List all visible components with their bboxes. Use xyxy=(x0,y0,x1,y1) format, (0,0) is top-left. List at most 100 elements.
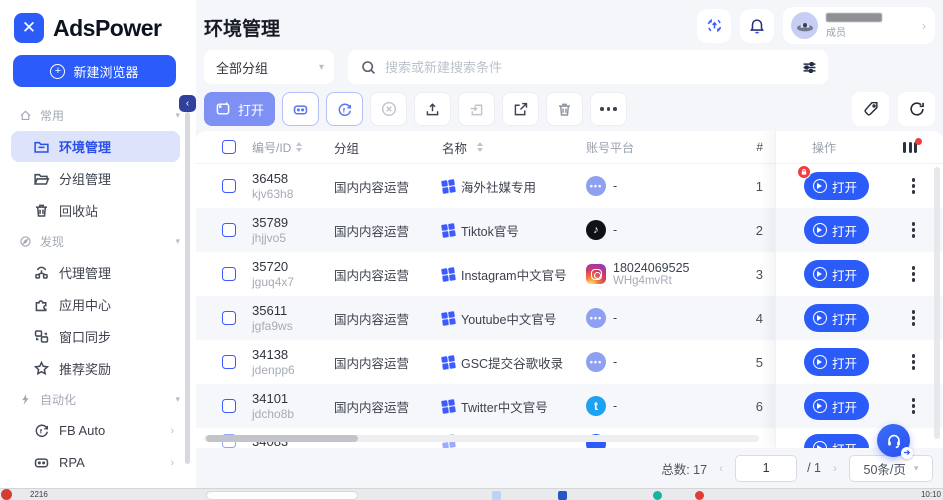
trash-icon xyxy=(33,202,50,219)
table-row[interactable]: 35611jgfa9ws 国内内容运营 Youtube中文官号 •••- 4 xyxy=(196,296,775,340)
chevron-right-icon: › xyxy=(922,19,926,33)
sidebar-item-environments[interactable]: 环境管理 xyxy=(11,131,180,162)
taskbar-search[interactable] xyxy=(206,491,358,500)
batch-share-button[interactable] xyxy=(414,92,451,126)
browser-logo-icon xyxy=(813,441,827,448)
open-environment-button[interactable]: 打开 xyxy=(804,216,869,244)
row-more-menu[interactable] xyxy=(908,174,919,197)
page-header: 环境管理 成员 › xyxy=(196,0,943,48)
sidebar-scrollbar[interactable] xyxy=(185,112,190,464)
section-automation[interactable]: 自动化▾ xyxy=(0,385,196,414)
sort-icon[interactable] xyxy=(296,142,302,152)
window-sync-icon xyxy=(33,328,50,345)
batch-rpa-button[interactable] xyxy=(282,92,319,126)
tags-button[interactable] xyxy=(852,92,889,126)
group-filter-select[interactable]: 全部分组 ▾ xyxy=(204,50,334,84)
batch-more-button[interactable] xyxy=(590,92,627,126)
open-environment-button[interactable]: 打开 xyxy=(804,260,869,288)
actions-row: 打开 xyxy=(776,340,943,384)
row-more-menu[interactable] xyxy=(908,350,919,373)
table-row[interactable]: 34138jdenpp6 国内内容运营 GSC提交谷歌收录 •••- 5 xyxy=(196,340,775,384)
filter-sliders-icon[interactable] xyxy=(801,59,818,76)
batch-open-button[interactable]: 打开 xyxy=(204,92,275,126)
row-checkbox[interactable] xyxy=(222,179,236,193)
sidebar-collapse-button[interactable]: ‹ xyxy=(179,95,196,112)
batch-delete-button[interactable] xyxy=(546,92,583,126)
vertical-scrollbar[interactable] xyxy=(934,167,940,439)
row-checkbox[interactable] xyxy=(222,355,236,369)
notifications-button[interactable] xyxy=(740,9,774,43)
batch-close-button[interactable] xyxy=(370,92,407,126)
browser-logo-icon xyxy=(813,223,827,237)
taskbar-icon[interactable] xyxy=(558,491,567,500)
group-squares-icon xyxy=(441,179,456,194)
taskbar-icon[interactable] xyxy=(653,491,662,500)
open-environment-button[interactable]: 打开 xyxy=(804,348,869,376)
sidebar-item-groups[interactable]: 分组管理 xyxy=(11,163,180,194)
column-name[interactable]: 名称 xyxy=(442,138,586,157)
column-settings-icon[interactable] xyxy=(903,142,917,153)
open-environment-button[interactable]: 打开 xyxy=(804,434,869,448)
sidebar-item-window-sync[interactable]: 窗口同步 xyxy=(11,321,180,352)
taskbar-icon[interactable] xyxy=(695,491,704,500)
table-row[interactable]: 34101jdcho8b 国内内容运营 Twitter中文官号 t- 6 xyxy=(196,384,775,428)
horizontal-scrollbar[interactable] xyxy=(204,435,759,442)
sync-upload-icon xyxy=(705,16,724,35)
search-icon xyxy=(360,59,377,76)
search-input[interactable] xyxy=(385,60,801,75)
section-discover[interactable]: 发现▾ xyxy=(0,227,196,256)
row-more-menu[interactable] xyxy=(908,306,919,329)
row-more-menu[interactable] xyxy=(908,218,919,241)
close-circle-icon xyxy=(380,100,398,118)
row-more-menu[interactable] xyxy=(908,262,919,285)
batch-export-button[interactable] xyxy=(502,92,539,126)
star-icon xyxy=(33,360,50,377)
column-seq: # xyxy=(736,140,775,154)
column-platform: 账号平台 xyxy=(586,139,736,156)
sidebar-item-app-center[interactable]: 应用中心 xyxy=(11,289,180,320)
row-checkbox[interactable] xyxy=(222,223,236,237)
sort-icon[interactable] xyxy=(477,142,483,152)
lock-badge-icon xyxy=(797,165,811,179)
puzzle-icon xyxy=(33,296,50,313)
per-page-select[interactable]: 50条/页 ▾ xyxy=(849,455,933,482)
sidebar-item-rpa[interactable]: RPA › xyxy=(11,447,180,478)
chevron-down-icon: ▾ xyxy=(319,62,324,73)
page-input[interactable] xyxy=(735,455,797,482)
next-page-button[interactable]: › xyxy=(831,461,839,475)
dots-icon: ••• xyxy=(586,308,606,328)
table-row[interactable]: 35720jguq4x7 国内内容运营 Instagram中文官号 180240… xyxy=(196,252,775,296)
open-environment-button[interactable]: 打开 xyxy=(804,172,869,200)
row-checkbox[interactable] xyxy=(222,399,236,413)
section-common[interactable]: 常用▾ xyxy=(0,101,196,130)
select-all-checkbox[interactable] xyxy=(222,140,236,154)
taskbar-icon[interactable] xyxy=(492,491,501,500)
adspower-logo-icon: ✕ xyxy=(14,13,44,43)
row-checkbox[interactable] xyxy=(222,311,236,325)
column-id[interactable]: 编号/ID xyxy=(236,139,332,156)
batch-fb-auto-button[interactable]: f xyxy=(326,92,363,126)
actions-row: 打开 xyxy=(776,296,943,340)
row-more-menu[interactable] xyxy=(908,394,919,417)
sidebar: ✕ AdsPower + 新建浏览器 常用▾ 环境管理 分组管理 回收站 发现▾ xyxy=(0,0,196,488)
horizontal-scrollbar-thumb[interactable] xyxy=(206,435,358,442)
user-profile[interactable]: 成员 › xyxy=(783,7,935,44)
taskbar-app-icon[interactable] xyxy=(1,489,12,500)
support-fab-button[interactable]: ➔ xyxy=(877,424,910,457)
open-environment-button[interactable]: 打开 xyxy=(804,392,869,420)
sidebar-item-recycle-bin[interactable]: 回收站 xyxy=(11,195,180,226)
new-browser-button[interactable]: + 新建浏览器 xyxy=(13,55,176,87)
refresh-button[interactable] xyxy=(898,92,935,126)
table-row[interactable]: 35789jhjjvo5 国内内容运营 Tiktok官号 ♪- 2 xyxy=(196,208,775,252)
actions-row: 打开 xyxy=(776,164,943,208)
batch-import-button[interactable] xyxy=(458,92,495,126)
sync-upload-button[interactable] xyxy=(697,9,731,43)
sidebar-item-fb-auto[interactable]: f FB Auto › xyxy=(11,415,180,446)
fb-auto-icon: f xyxy=(33,422,50,439)
sidebar-item-referral[interactable]: 推荐奖励 xyxy=(11,353,180,384)
prev-page-button[interactable]: ‹ xyxy=(717,461,725,475)
table-row[interactable]: 36458kjv63h8 国内内容运营 海外社媒专用 •••- 1 xyxy=(196,164,775,208)
sidebar-item-proxy[interactable]: 代理管理 xyxy=(11,257,180,288)
open-environment-button[interactable]: 打开 xyxy=(804,304,869,332)
row-checkbox[interactable] xyxy=(222,267,236,281)
